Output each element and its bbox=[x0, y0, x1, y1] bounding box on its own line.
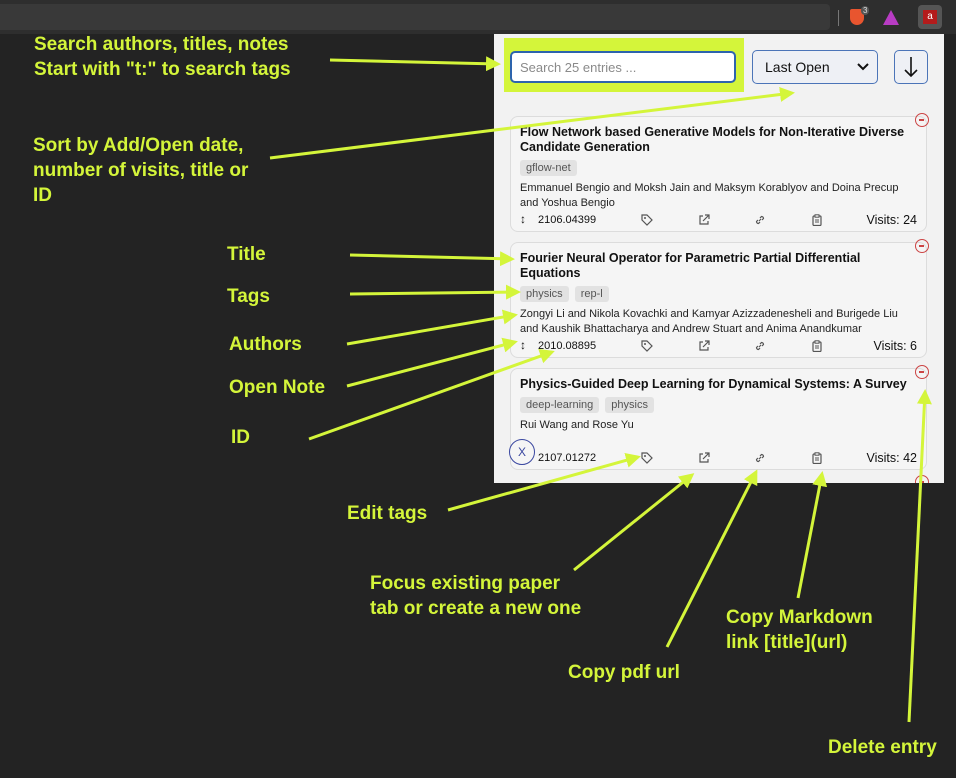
arrow-copy-pdf bbox=[665, 469, 758, 648]
arrow-copy-markdown bbox=[796, 471, 828, 599]
arrow-focus-tab bbox=[573, 473, 695, 572]
arrow-search bbox=[329, 56, 501, 72]
arrow-title bbox=[349, 251, 515, 267]
arrow-edit-tags bbox=[447, 453, 641, 512]
arrow-tags bbox=[349, 284, 521, 300]
arrow-delete bbox=[907, 389, 932, 723]
annotation-arrows bbox=[269, 56, 932, 723]
arrow-authors bbox=[346, 309, 518, 346]
arrow-sort bbox=[269, 87, 795, 160]
arrow-open-note bbox=[346, 337, 518, 388]
